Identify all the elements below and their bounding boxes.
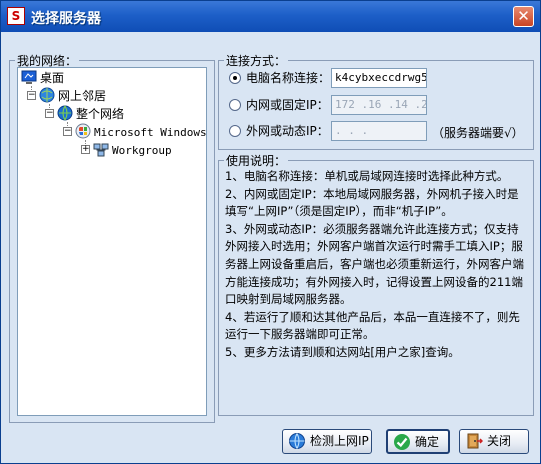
- radio-label: 电脑名称连接：: [246, 71, 331, 85]
- radio-label: 内网或固定IP：: [246, 98, 329, 112]
- tree-node-network-neighborhood[interactable]: 网上邻居: [39, 87, 106, 105]
- wan-ip-input[interactable]: . . .: [331, 121, 427, 141]
- title-bar[interactable]: S 选择服务器 ✕: [1, 1, 540, 32]
- network-tree[interactable]: 桌面 − 网上邻居 − 整个网络 − Microsoft Windows + W…: [17, 67, 207, 416]
- instructions-group-label: 使用说明：: [224, 152, 289, 169]
- button-label: 检测上网IP: [310, 434, 369, 448]
- instruction-line: 2、内网或固定IP：本地局域网服务器，外网机子接入时是填写“上网IP”（须是固定…: [225, 186, 519, 219]
- network-neighborhood-icon: [39, 87, 55, 103]
- instruction-line: 4、若运行了顺和达其他产品后，本品一直连接不了，则先运行一下服务器端即可正常。: [225, 309, 520, 342]
- instruction-line: 1、电脑名称连接：单机或局域网连接时选择此种方式。: [225, 169, 509, 183]
- radio-lan-fixed-ip[interactable]: 内网或固定IP：: [229, 95, 329, 115]
- select-server-dialog: S 选择服务器 ✕ 我的网络： 桌面 − 网上邻居 − 整个网络 − Micro…: [0, 0, 541, 464]
- radio-button[interactable]: [229, 99, 241, 111]
- instruction-line: 5、更多方法请到顺和达网站[用户之家]查询。: [225, 344, 460, 359]
- radio-button[interactable]: [229, 125, 241, 137]
- close-window-button[interactable]: ✕: [513, 6, 534, 27]
- radio-wan-dynamic-ip[interactable]: 外网或动态IP：: [229, 121, 329, 141]
- tree-expander[interactable]: −: [63, 127, 72, 136]
- radio-label: 外网或动态IP：: [246, 124, 329, 138]
- tree-expander[interactable]: −: [27, 91, 36, 100]
- server-required-note: （服务器端要√）: [432, 126, 524, 140]
- tree-node-label: 桌面: [40, 71, 65, 85]
- radio-computer-name[interactable]: 电脑名称连接：: [229, 68, 330, 88]
- desktop-icon: [21, 69, 37, 85]
- exit-door-icon: [465, 432, 484, 450]
- app-logo-icon: S: [7, 7, 25, 25]
- instructions-text: 1、电脑名称连接：单机或局域网连接时选择此种方式。 2、内网或固定IP：本地局域…: [225, 168, 528, 362]
- ok-button[interactable]: 确定: [386, 429, 450, 454]
- tree-expander[interactable]: +: [81, 145, 90, 154]
- radio-button-selected[interactable]: [229, 72, 241, 84]
- entire-network-icon: [57, 105, 73, 121]
- tree-node-label: 整个网络: [76, 107, 125, 121]
- window-title: 选择服务器: [31, 11, 101, 27]
- globe-icon: [288, 432, 306, 450]
- tree-node-workgroup[interactable]: Workgroup: [93, 141, 172, 159]
- connection-group-label: 连接方式：: [224, 52, 289, 69]
- detect-internet-ip-button[interactable]: 检测上网IP: [282, 429, 372, 454]
- instruction-line: 3、外网或动态IP：必须服务器端允许此连接方式；仅支持外网接入时选用；外网客户端…: [225, 221, 524, 307]
- workgroup-icon: [93, 141, 109, 157]
- close-button[interactable]: 关闭: [459, 429, 529, 454]
- tree-expander[interactable]: −: [45, 109, 54, 118]
- tree-node-desktop[interactable]: 桌面: [21, 69, 64, 87]
- button-label: 确定: [415, 435, 440, 449]
- tree-node-entire-network[interactable]: 整个网络: [57, 105, 124, 123]
- button-label: 关闭: [487, 434, 512, 448]
- tree-node-microsoft-windows-network[interactable]: Microsoft Windows: [75, 123, 207, 141]
- tree-node-label: 网上邻居: [58, 89, 107, 103]
- tree-node-label: Microsoft Windows: [94, 126, 207, 139]
- tree-node-label: Workgroup: [112, 144, 172, 157]
- computer-name-input[interactable]: k4cybxeccdrwg5h: [331, 68, 427, 88]
- lan-ip-input[interactable]: 172 .16 .14 .21: [331, 95, 427, 115]
- windows-network-icon: [75, 123, 91, 139]
- checkmark-icon: [393, 433, 411, 451]
